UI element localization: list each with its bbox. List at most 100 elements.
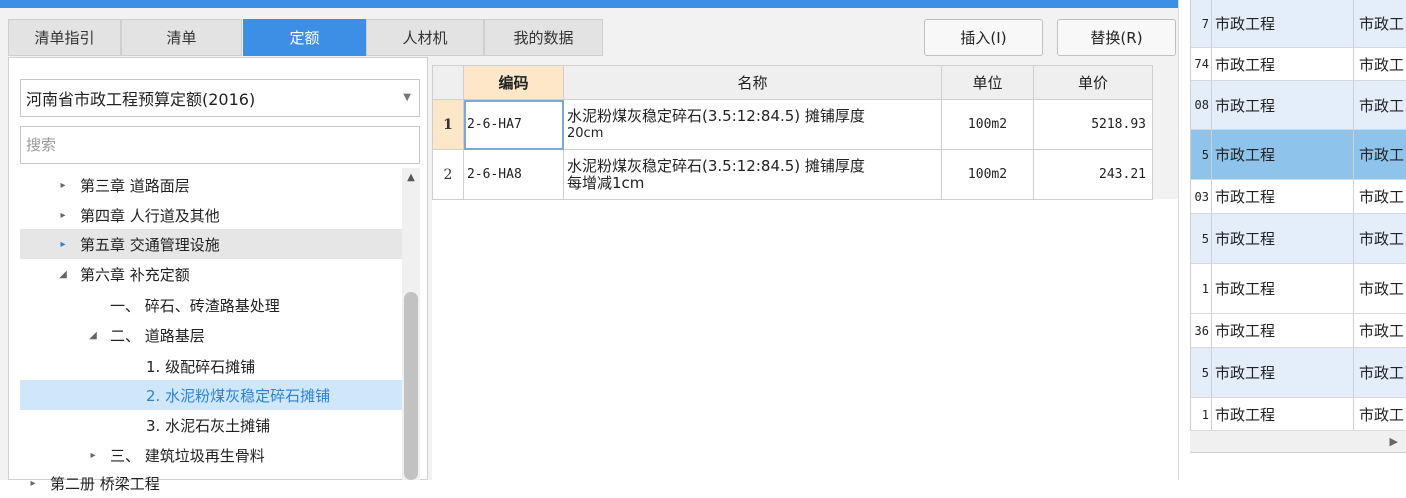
scroll-right-arrow-icon[interactable]: ▶: [1390, 435, 1398, 448]
list-item-num: 03: [1191, 180, 1212, 213]
tree-item-chapter-5[interactable]: ▸ 第五章 交通管理设施: [20, 229, 402, 259]
list-item-num: 1: [1191, 398, 1212, 431]
tree-item-label: 第四章 人行道及其他: [80, 206, 220, 225]
tree-item-label: 3. 水泥石灰土摊铺: [146, 416, 271, 435]
tab-bill[interactable]: 清单: [121, 19, 242, 56]
list-item-type: 市政工: [1359, 15, 1405, 33]
tree-item-section-1[interactable]: 一、 碎石、砖渣路基处理: [20, 290, 402, 320]
expand-arrow-icon[interactable]: ▸: [56, 180, 70, 191]
list-item-num: 08: [1191, 81, 1212, 129]
expand-arrow-icon[interactable]: ▸: [26, 478, 40, 489]
list-item-type: 市政工: [1359, 55, 1405, 74]
right-panel-footer: [1190, 452, 1406, 480]
tree-item-chapter-4[interactable]: ▸ 第四章 人行道及其他: [20, 200, 402, 230]
collapse-arrow-icon[interactable]: ◢: [86, 330, 100, 341]
scroll-up-arrow-icon[interactable]: ▲: [402, 168, 420, 188]
tab-labor-material-machine[interactable]: 人材机: [366, 19, 484, 56]
name-cell[interactable]: 水泥粉煤灰稳定碎石(3.5:12:84.5) 摊铺厚度 20cm: [563, 99, 942, 150]
tree-item-section-3[interactable]: ▸ 三、 建筑垃圾再生骨料: [20, 440, 402, 470]
tree-item-label: 二、 道路基层: [110, 326, 205, 345]
list-item[interactable]: 7 市政工程 市政工: [1191, 0, 1406, 48]
list-item-category: 市政工程: [1212, 264, 1354, 313]
name-line-1: 水泥粉煤灰稳定碎石(3.5:12:84.5) 摊铺厚度: [567, 156, 865, 175]
tree-item-book-2[interactable]: ▸ 第二册 桥梁工程: [20, 468, 402, 498]
replace-button[interactable]: 替换(R): [1057, 19, 1176, 56]
tree-item-label: 1. 级配碎石摊铺: [146, 357, 256, 376]
code-column-header[interactable]: 编码: [463, 65, 564, 100]
tree-item-label: 第六章 补充定额: [80, 265, 190, 284]
list-item-num: 5: [1191, 348, 1212, 397]
list-item[interactable]: 08 市政工程 市政工: [1191, 81, 1406, 130]
quota-library-value: 河南省市政工程预算定额(2016): [26, 90, 256, 109]
list-item-num: 5: [1191, 130, 1212, 179]
name-column-header[interactable]: 名称: [563, 65, 942, 100]
list-item[interactable]: 74 市政工程 市政工: [1191, 48, 1406, 81]
tree-item-cement-flyash-gravel[interactable]: 2. 水泥粉煤灰稳定碎石摊铺: [20, 380, 402, 410]
list-item-type: 市政工: [1359, 188, 1405, 206]
list-item-num: 5: [1191, 214, 1212, 263]
tree-item-chapter-3[interactable]: ▸ 第三章 道路面层: [20, 170, 402, 200]
tree-item-label: 第五章 交通管理设施: [80, 235, 220, 254]
tree-item-section-2[interactable]: ◢ 二、 道路基层: [20, 320, 402, 350]
name-cell[interactable]: 水泥粉煤灰稳定碎石(3.5:12:84.5) 摊铺厚度 每增减1cm: [563, 149, 942, 200]
price-column-header[interactable]: 单价: [1033, 65, 1153, 100]
code-cell[interactable]: 2-6-HA7: [463, 99, 564, 150]
insert-button[interactable]: 插入(I): [924, 19, 1043, 56]
quota-library-select[interactable]: 河南省市政工程预算定额(2016) ▼: [20, 79, 420, 117]
list-item[interactable]: 03 市政工程 市政工: [1191, 180, 1406, 214]
price-cell[interactable]: 5218.93: [1033, 99, 1153, 150]
list-item-category: 市政工程: [1212, 0, 1354, 47]
list-item-type: 市政工: [1359, 146, 1405, 164]
code-cell[interactable]: 2-6-HA8: [463, 149, 564, 200]
grid-header-row: 编码 名称 单位 单价: [432, 65, 1153, 100]
unit-column-header[interactable]: 单位: [941, 65, 1034, 100]
tree-scrollbar-thumb[interactable]: [404, 292, 418, 480]
list-item-category: 市政工程: [1212, 48, 1354, 80]
list-item-category: 市政工程: [1212, 314, 1354, 347]
list-item[interactable]: 1 市政工程 市政工: [1191, 398, 1406, 432]
expand-arrow-icon[interactable]: ▸: [56, 210, 70, 221]
row-number-header: [432, 65, 464, 100]
tree-item-cement-lime-soil[interactable]: 3. 水泥石灰土摊铺: [20, 410, 402, 440]
list-item-type: 市政工: [1359, 280, 1405, 298]
list-item[interactable]: 5 市政工程 市政工: [1191, 348, 1406, 398]
search-input[interactable]: [20, 126, 420, 164]
chevron-down-icon[interactable]: ▼: [403, 92, 411, 103]
expand-arrow-icon[interactable]: ▸: [86, 450, 100, 461]
tree-item-label: 第二册 桥梁工程: [50, 474, 160, 493]
unit-cell[interactable]: 100m2: [941, 149, 1034, 200]
list-item-category: 市政工程: [1212, 180, 1354, 213]
row-number: 1: [432, 99, 464, 150]
price-cell[interactable]: 243.21: [1033, 149, 1153, 200]
tab-my-data[interactable]: 我的数据: [484, 19, 603, 56]
list-item-type: 市政工: [1359, 230, 1405, 248]
list-item[interactable]: 1 市政工程 市政工: [1191, 264, 1406, 314]
list-item-num: 1: [1191, 264, 1212, 313]
unit-cell[interactable]: 100m2: [941, 99, 1034, 150]
list-item-num: 36: [1191, 314, 1212, 347]
table-row[interactable]: 2 2-6-HA8 水泥粉煤灰稳定碎石(3.5:12:84.5) 摊铺厚度 每增…: [432, 149, 1153, 200]
list-item-num: 7: [1191, 0, 1212, 47]
name-line-2: 20cm: [567, 125, 604, 141]
list-item-type: 市政工: [1359, 96, 1405, 115]
name-line-1: 水泥粉煤灰稳定碎石(3.5:12:84.5) 摊铺厚度: [567, 106, 865, 125]
list-item-category: 市政工程: [1212, 348, 1354, 397]
list-item-type: 市政工: [1359, 322, 1405, 340]
tree-item-label: 2. 水泥粉煤灰稳定碎石摊铺: [146, 386, 331, 405]
tab-quota[interactable]: 定额: [243, 19, 366, 56]
list-item-category: 市政工程: [1212, 398, 1354, 431]
expand-arrow-icon[interactable]: ▸: [56, 239, 70, 250]
tree-item-graded-gravel[interactable]: 1. 级配碎石摊铺: [20, 351, 402, 381]
list-item-type: 市政工: [1359, 364, 1405, 382]
list-item[interactable]: 36 市政工程 市政工: [1191, 314, 1406, 348]
right-horizontal-scrollbar[interactable]: ▶: [1190, 430, 1406, 452]
list-item[interactable]: 5 市政工程 市政工: [1191, 214, 1406, 264]
collapse-arrow-icon[interactable]: ◢: [56, 269, 70, 280]
tab-list-guide[interactable]: 清单指引: [8, 19, 121, 56]
tree-item-chapter-6[interactable]: ◢ 第六章 补充定额: [20, 259, 402, 289]
list-item[interactable]: 5 市政工程 市政工: [1191, 130, 1406, 180]
table-row[interactable]: 1 2-6-HA7 水泥粉煤灰稳定碎石(3.5:12:84.5) 摊铺厚度 20…: [432, 99, 1153, 150]
list-item-category: 市政工程: [1212, 130, 1354, 179]
grid-empty-area: [432, 199, 1178, 480]
panel-splitter[interactable]: [1178, 0, 1190, 480]
